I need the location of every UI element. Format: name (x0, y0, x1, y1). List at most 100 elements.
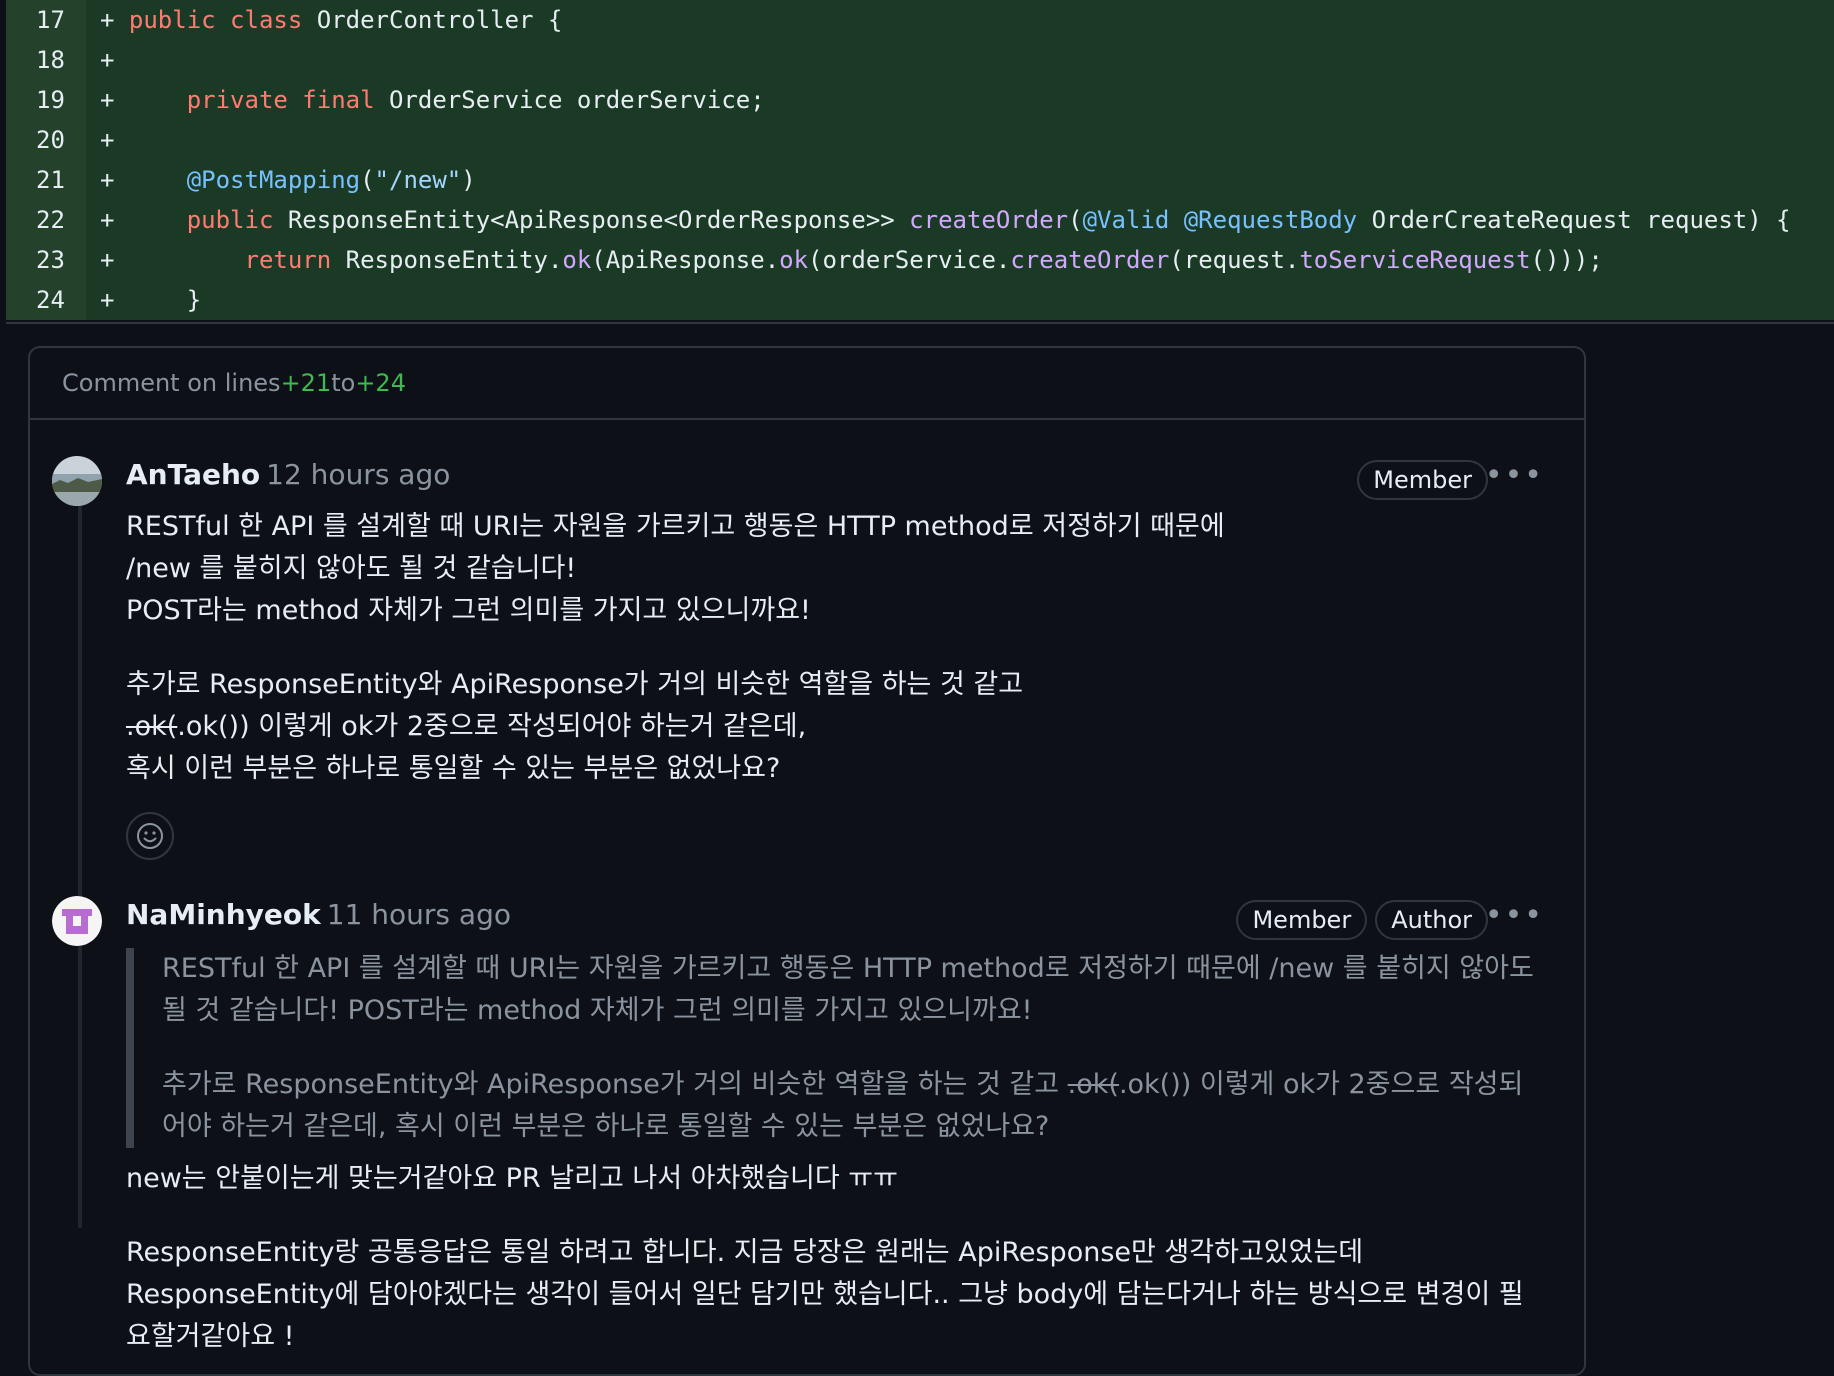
diff-line: 21 + @PostMapping("/new") (0, 160, 1834, 200)
line-number: 24 (6, 280, 86, 320)
comment-timestamp[interactable]: 12 hours ago (266, 458, 450, 491)
comment-badges: Member (1357, 460, 1488, 500)
code-text: + public class OrderController { (86, 6, 562, 34)
diff-sign: + (100, 46, 115, 74)
code-plain: OrderService orderService; (374, 86, 765, 114)
line-number: 19 (6, 80, 86, 120)
code-text: + public ResponseEntity<ApiResponse<Orde… (86, 206, 1791, 234)
quote-paragraph: RESTful 한 API 를 설계할 때 URI는 자원을 가르키고 행동은 … (162, 953, 1534, 1026)
member-badge: Member (1236, 900, 1368, 940)
diff-sign: + (100, 86, 115, 114)
comment-text: .ok()) 이렇게 ok가 2중으로 작성되어야 하는거 같은데, (177, 711, 807, 742)
code-plain (1169, 206, 1183, 234)
line-range-start[interactable]: +21 (281, 369, 332, 397)
diff-sign: + (100, 166, 115, 194)
line-number: 22 (6, 200, 86, 240)
line-number: 17 (6, 0, 86, 40)
thread-header-to: to (331, 369, 356, 397)
code-plain: ())); (1530, 246, 1603, 274)
line-number: 21 (6, 160, 86, 200)
code-function: createOrder (909, 206, 1069, 234)
code-plain: (orderService. (808, 246, 1011, 274)
thread-header: Comment on lines +21 to +24 (30, 348, 1584, 420)
diff-line: 23 + return ResponseEntity.ok(ApiRespons… (0, 240, 1834, 280)
review-thread: Comment on lines +21 to +24 AnTaeho 12 ho… (28, 346, 1586, 1376)
code-plain: OrderController { (302, 6, 563, 34)
code-annotation: @PostMapping (186, 166, 361, 194)
code-keyword: public class (128, 6, 303, 34)
comment-paragraph: new는 안붙이는게 맞는거같아요 PR 날리고 나서 아차했습니다 ㅠㅠ (126, 1163, 898, 1194)
author-name[interactable]: AnTaeho (126, 458, 260, 491)
quote-text: 추가로 ResponseEntity와 ApiResponse가 거의 비슷한 … (162, 1069, 1068, 1100)
diff-sign: + (100, 126, 115, 154)
diff-line: 20 + (0, 120, 1834, 160)
comment-line: /new 를 붙히지 않아도 될 것 같습니다! (126, 553, 577, 584)
diff-sign: + (100, 6, 115, 34)
smiley-icon (137, 823, 163, 849)
code-keyword: return (244, 246, 332, 274)
comment-line: POST라는 method 자체가 그런 의미를 가지고 있으니까요! (126, 595, 811, 626)
comment-line: RESTful 한 API 를 설계할 때 URI는 자원을 가르키고 행동은 … (126, 511, 1225, 542)
code-text: + return ResponseEntity.ok(ApiResponse.o… (86, 246, 1603, 274)
quote-paragraph: 추가로 ResponseEntity와 ApiResponse가 거의 비슷한 … (162, 1064, 1536, 1148)
diff-sign: + (100, 286, 115, 314)
line-number: 20 (6, 120, 86, 160)
diff-line: 24 + } (0, 280, 1834, 320)
strikethrough-text: .ok( (1067, 1069, 1119, 1100)
comment-paragraph: ResponseEntity랑 공통응답은 통일 하려고 합니다. 지금 당장은… (126, 1237, 1524, 1352)
code-annotation: @Valid (1082, 206, 1170, 234)
diff-line: 17 + public class OrderController { (0, 0, 1834, 40)
code-function: createOrder (1010, 246, 1170, 274)
code-text: + (86, 46, 114, 74)
line-range-end[interactable]: +24 (355, 369, 406, 397)
code-function: ok (562, 246, 592, 274)
code-text: + private final OrderService orderServic… (86, 86, 765, 114)
code-function: ok (779, 246, 809, 274)
code-plain: OrderCreateRequest request) { (1357, 206, 1791, 234)
line-number: 23 (6, 240, 86, 280)
more-options-icon[interactable]: ••• (1485, 461, 1544, 491)
blockquote: RESTful 한 API 를 설계할 때 URI는 자원을 가르키고 행동은 … (126, 948, 1536, 1148)
comment-header: NaMinhyeok 11 hours ago (126, 898, 511, 931)
author-badge: Author (1375, 900, 1488, 940)
author-name[interactable]: NaMinhyeok (126, 898, 321, 931)
code-plain: ( (360, 166, 375, 194)
comment-timestamp[interactable]: 11 hours ago (327, 898, 511, 931)
code-keyword: public (186, 206, 274, 234)
avatar[interactable] (52, 896, 102, 946)
add-reaction-button[interactable] (126, 812, 174, 860)
thread-timeline (78, 468, 82, 1228)
diff-view: 17 + public class OrderController { 18 +… (0, 0, 1834, 320)
diff-line: 18 + (0, 40, 1834, 80)
code-annotation: @RequestBody (1183, 206, 1358, 234)
code-text: + } (86, 286, 201, 314)
comment-body: RESTful 한 API 를 설계할 때 URI는 자원을 가르키고 행동은 … (126, 506, 1526, 790)
code-plain: ResponseEntity. (331, 246, 563, 274)
avatar[interactable] (52, 456, 102, 506)
code-text: + (86, 126, 114, 154)
code-plain: } (186, 286, 202, 314)
more-options-icon[interactable]: ••• (1485, 901, 1544, 931)
code-plain: (request. (1169, 246, 1300, 274)
comment-line: .ok(.ok()) 이렇게 ok가 2중으로 작성되어야 하는거 같은데, (126, 706, 1526, 748)
member-badge: Member (1357, 460, 1488, 500)
diff-sign: + (100, 246, 115, 274)
code-text: + @PostMapping("/new") (86, 166, 476, 194)
comment-line: 추가로 ResponseEntity와 ApiResponse가 거의 비슷한 … (126, 669, 1024, 700)
diff-sign: + (100, 206, 115, 234)
strikethrough-text: .ok( (126, 711, 178, 742)
code-plain: ( (1068, 206, 1083, 234)
comment-body: new는 안붙이는게 맞는거같아요 PR 날리고 나서 아차했습니다 ㅠㅠ Re… (126, 1158, 1526, 1358)
identicon-avatar-icon (52, 896, 102, 946)
diff-line: 19 + private final OrderService orderSer… (0, 80, 1834, 120)
code-plain: (ApiResponse. (591, 246, 780, 274)
comment-line: 혹시 이런 부분은 하나로 통일할 수 있는 부분은 없었나요? (126, 753, 781, 784)
divider (6, 322, 1834, 324)
diff-line: 22 + public ResponseEntity<ApiResponse<O… (0, 200, 1834, 240)
code-plain: ) (461, 166, 476, 194)
comment-badges: Member Author (1236, 900, 1488, 940)
code-keyword: private final (186, 86, 375, 114)
